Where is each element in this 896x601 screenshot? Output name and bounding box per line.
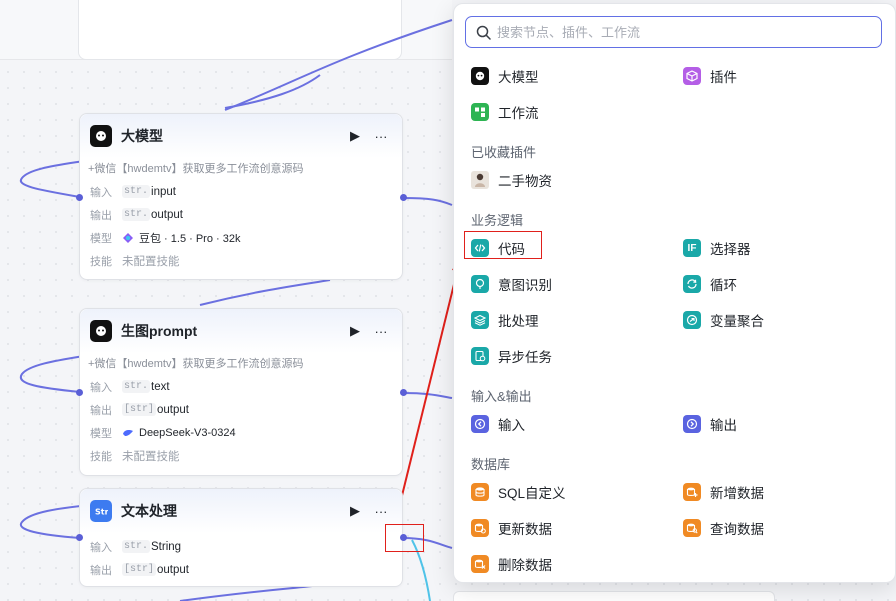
menu-item-db-query[interactable]: 查询数据 (683, 516, 764, 540)
menu-item-async[interactable]: 异步任务 (471, 344, 552, 368)
node-picker-panel[interactable]: 大模型 插件 工作流 已收藏插件 二手物资 业务逻辑 代码 IF 选择器 意图 (453, 3, 896, 583)
node-image-prompt[interactable]: 生图prompt ▶ ··· +微信【hwdemtv】获取更多工作流创意源码 输… (79, 308, 403, 476)
menu-item-input[interactable]: 输入 (471, 412, 525, 436)
more-icon[interactable]: ··· (370, 125, 392, 147)
input-row: 输入 str. String (90, 540, 182, 554)
robot-icon (471, 67, 489, 85)
partial-node-bottom[interactable] (453, 591, 775, 601)
node-title: 文本处理 (121, 503, 177, 519)
node-text-process[interactable]: Str 文本处理 ▶ ··· 输入 str. String 输出 [str] o… (79, 488, 403, 587)
search-box[interactable] (465, 16, 882, 48)
menu-item-db-delete[interactable]: 删除数据 (471, 552, 552, 576)
input-row: 输入 str. text (90, 380, 170, 394)
menu-item-output[interactable]: 输出 (683, 412, 737, 436)
robot-icon (90, 320, 112, 342)
node-title: 生图prompt (121, 323, 198, 339)
menu-item-secondhand[interactable]: 二手物资 (471, 168, 552, 192)
robot-icon (90, 125, 112, 147)
more-icon[interactable]: ··· (370, 320, 392, 342)
batch-icon (471, 311, 489, 329)
text-process-icon: Str (90, 500, 112, 522)
highlight-output-port (385, 524, 424, 552)
menu-item-llm[interactable]: 大模型 (471, 64, 539, 88)
cube-icon (683, 67, 701, 85)
output-port[interactable] (400, 389, 407, 396)
menu-item-workflow[interactable]: 工作流 (471, 100, 539, 124)
input-icon (471, 415, 489, 433)
sql-icon (471, 483, 489, 501)
db-query-icon (683, 519, 701, 537)
skill-row: 技能 未配置技能 (90, 255, 180, 268)
group-title-database: 数据库 (471, 457, 511, 472)
menu-item-batch[interactable]: 批处理 (471, 308, 539, 332)
if-icon: IF (683, 239, 701, 257)
menu-item-aggregate[interactable]: 变量聚合 (683, 308, 764, 332)
output-row: 输出 [str] output (90, 563, 189, 577)
menu-item-db-update[interactable]: 更新数据 (471, 516, 552, 540)
aggregate-icon (683, 311, 701, 329)
edge-top (224, 19, 453, 111)
doubao-icon (123, 232, 133, 243)
highlight-code-item (464, 231, 542, 259)
db-update-icon (471, 519, 489, 537)
node-header[interactable]: 大模型 ▶ ··· (80, 114, 402, 158)
run-icon[interactable]: ▶ (344, 500, 366, 522)
menu-item-intent[interactable]: 意图识别 (471, 272, 552, 296)
intent-icon (471, 275, 489, 293)
workflow-icon (471, 103, 489, 121)
svg-text:Str: Str (95, 508, 108, 517)
menu-item-sql[interactable]: SQL自定义 (471, 480, 566, 504)
output-port[interactable] (400, 194, 407, 201)
more-icon[interactable]: ··· (370, 500, 392, 522)
edge-prompt-loop (199, 279, 331, 306)
type-tag: [str] (122, 403, 157, 416)
input-port[interactable] (76, 534, 83, 541)
node-subtitle: +微信【hwdemtv】获取更多工作流创意源码 (88, 358, 304, 370)
menu-item-db-add[interactable]: 新增数据 (683, 480, 764, 504)
node-subtitle: +微信【hwdemtv】获取更多工作流创意源码 (88, 163, 304, 175)
group-title-favorites: 已收藏插件 (471, 145, 537, 160)
db-add-icon (683, 483, 701, 501)
type-tag: str. (122, 185, 151, 198)
output-icon (683, 415, 701, 433)
output-row: 输出 [str] output (90, 403, 189, 417)
deepseek-icon (123, 429, 133, 436)
loop-icon (683, 275, 701, 293)
edge-llm-out (402, 197, 453, 206)
input-port[interactable] (76, 194, 83, 201)
input-port[interactable] (76, 389, 83, 396)
edge-bottom (179, 584, 321, 601)
type-tag: str. (122, 208, 151, 221)
db-delete-icon (471, 555, 489, 573)
type-tag: [str] (122, 563, 157, 576)
node-header[interactable]: Str 文本处理 ▶ ··· (80, 489, 402, 533)
group-title-logic: 业务逻辑 (471, 213, 524, 228)
input-row: 输入 str. input (90, 185, 176, 199)
async-icon (471, 347, 489, 365)
search-icon (476, 25, 491, 40)
model-row: 模型 DeepSeek-V3-0324 (90, 426, 236, 440)
menu-item-selector[interactable]: IF 选择器 (683, 236, 751, 260)
skill-row: 技能 未配置技能 (90, 450, 180, 463)
search-input[interactable] (497, 19, 881, 45)
node-llm[interactable]: 大模型 ▶ ··· +微信【hwdemtv】获取更多工作流创意源码 输入 str… (79, 113, 403, 280)
menu-item-plugin[interactable]: 插件 (683, 64, 737, 88)
output-row: 输出 str. output (90, 208, 183, 222)
type-tag: str. (122, 380, 151, 393)
type-tag: str. (122, 540, 151, 553)
edge-llm-loop (224, 74, 321, 109)
avatar-icon (471, 171, 489, 189)
menu-item-loop[interactable]: 循环 (683, 272, 737, 296)
node-header[interactable]: 生图prompt ▶ ··· (80, 309, 402, 353)
node-title: 大模型 (121, 128, 163, 144)
group-title-io: 输入&输出 (471, 389, 532, 404)
run-icon[interactable]: ▶ (344, 125, 366, 147)
run-icon[interactable]: ▶ (344, 320, 366, 342)
model-row: 模型 豆包 · 1.5 · Pro · 32k (90, 232, 241, 245)
